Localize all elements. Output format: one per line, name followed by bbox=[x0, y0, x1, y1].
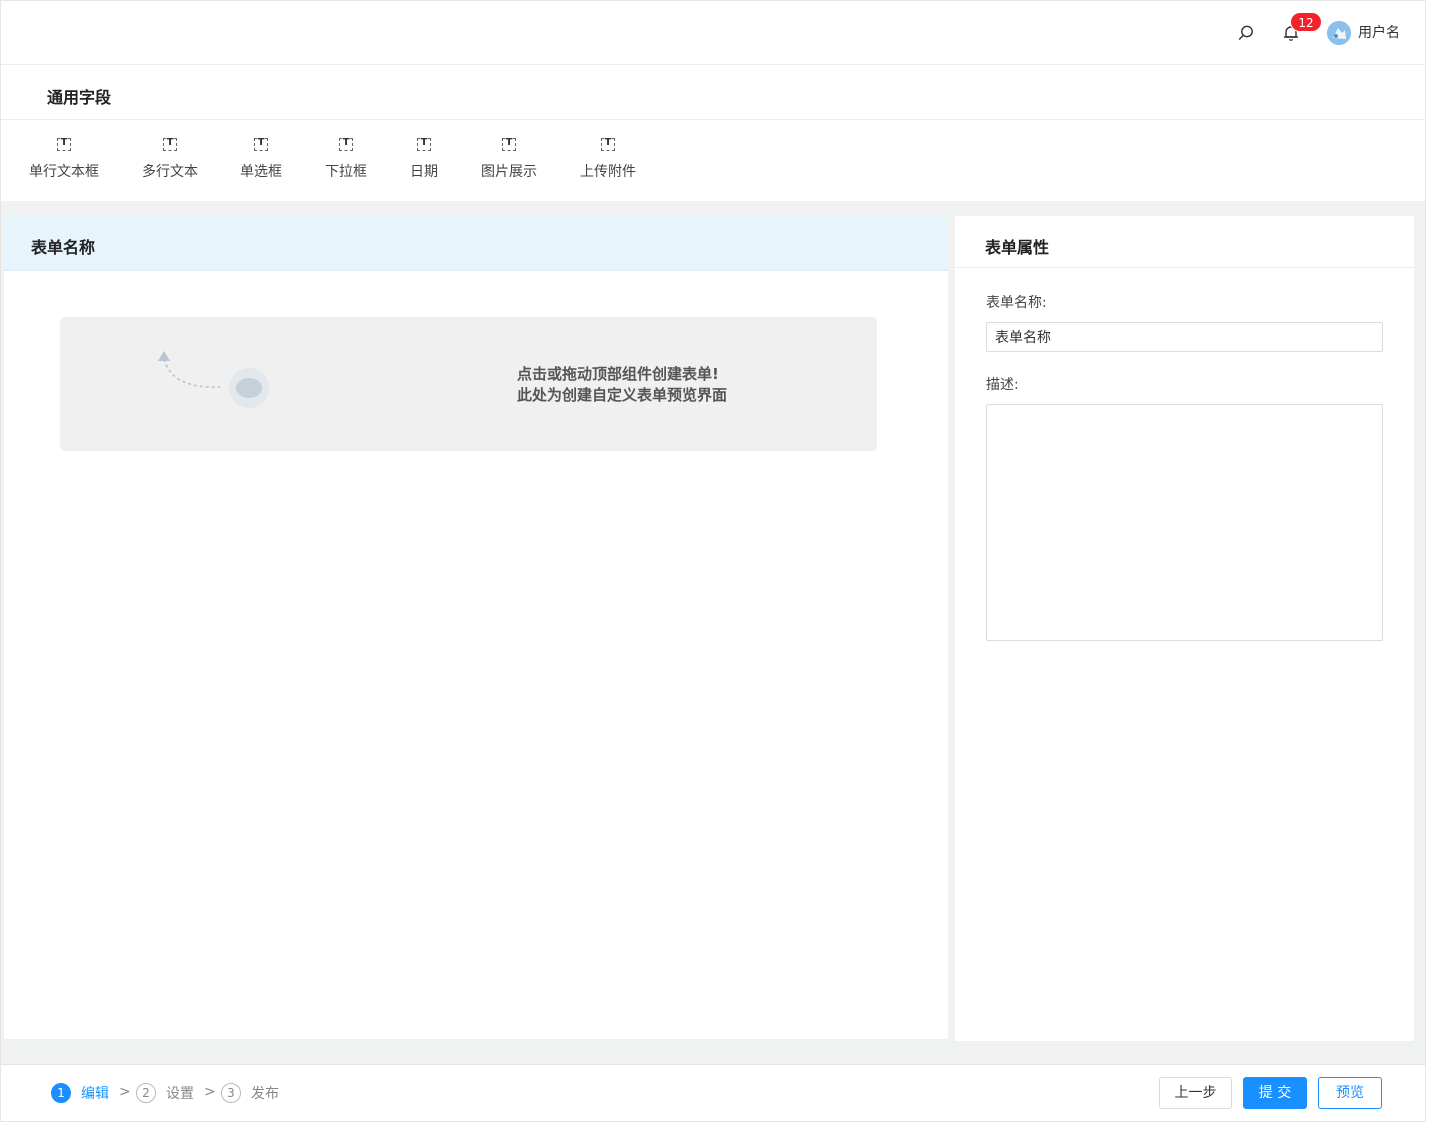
text-field-icon bbox=[254, 137, 268, 151]
step-edit[interactable]: 1 编辑 bbox=[51, 1082, 109, 1104]
submit-button[interactable]: 提 交 bbox=[1243, 1077, 1307, 1109]
field-radio[interactable]: 单选框 bbox=[239, 136, 283, 181]
form-title: 表单名称 bbox=[31, 238, 96, 257]
field-label: 上传附件 bbox=[580, 164, 636, 180]
step-separator-icon: > bbox=[119, 1084, 131, 1100]
preview-button[interactable]: 预览 bbox=[1318, 1077, 1382, 1109]
step-label: 编辑 bbox=[81, 1086, 109, 1102]
field-dropdown[interactable]: 下拉框 bbox=[324, 136, 368, 181]
step-label: 设置 bbox=[166, 1086, 194, 1102]
step-settings[interactable]: 2 设置 bbox=[136, 1082, 194, 1104]
description-textarea[interactable] bbox=[986, 404, 1383, 641]
field-label: 下拉框 bbox=[325, 164, 367, 180]
username[interactable]: 用户名 bbox=[1358, 24, 1400, 42]
form-canvas[interactable]: 表单名称 点击或拖动顶部组件创建表单! 此处为创建自定义表单预览界面 bbox=[4, 216, 948, 1039]
field-label: 图片展示 bbox=[481, 164, 537, 180]
avatar-image bbox=[1327, 21, 1351, 45]
text-field-icon bbox=[502, 137, 516, 151]
field-label: 单行文本框 bbox=[29, 164, 99, 180]
properties-header: 表单属性 bbox=[955, 216, 1414, 268]
step-label: 发布 bbox=[251, 1086, 279, 1102]
footer-bar: 1 编辑 > 2 设置 > 3 发布 上一步 提 交 预览 bbox=[1, 1064, 1425, 1121]
step-number: 2 bbox=[136, 1083, 156, 1103]
form-name-label: 表单名称: bbox=[986, 295, 1047, 311]
drag-hint-illustration bbox=[158, 351, 269, 408]
step-separator-icon: > bbox=[204, 1084, 216, 1100]
field-date[interactable]: 日期 bbox=[409, 136, 439, 181]
empty-hint-line2: 此处为创建自定义表单预览界面 bbox=[517, 386, 728, 404]
empty-drop-zone[interactable]: 点击或拖动顶部组件创建表单! 此处为创建自定义表单预览界面 bbox=[60, 317, 877, 451]
field-label: 单选框 bbox=[240, 164, 282, 180]
properties-title: 表单属性 bbox=[985, 238, 1050, 257]
text-field-icon bbox=[417, 137, 431, 151]
canvas-header: 表单名称 bbox=[4, 216, 948, 271]
field-image-display[interactable]: 图片展示 bbox=[480, 136, 538, 181]
description-label: 描述: bbox=[986, 377, 1019, 393]
empty-hint-line1: 点击或拖动顶部组件创建表单! bbox=[517, 365, 719, 383]
notification-badge: 12 bbox=[1290, 12, 1322, 32]
field-label: 日期 bbox=[410, 164, 438, 180]
field-label: 多行文本 bbox=[142, 164, 198, 180]
field-multi-line-text[interactable]: 多行文本 bbox=[141, 136, 199, 181]
top-header: 12 用户名 bbox=[1, 1, 1425, 65]
field-upload-attachment[interactable]: 上传附件 bbox=[579, 136, 637, 181]
previous-step-button[interactable]: 上一步 bbox=[1159, 1077, 1232, 1109]
step-number: 1 bbox=[51, 1083, 71, 1103]
text-field-icon bbox=[163, 137, 177, 151]
empty-hint-text: 点击或拖动顶部组件创建表单! 此处为创建自定义表单预览界面 bbox=[517, 364, 727, 406]
search-icon[interactable] bbox=[1236, 23, 1256, 43]
fields-section-title: 通用字段 bbox=[47, 88, 112, 107]
form-name-input[interactable] bbox=[986, 322, 1383, 352]
avatar[interactable] bbox=[1327, 21, 1351, 45]
field-single-line-text[interactable]: 单行文本框 bbox=[28, 136, 100, 181]
text-field-icon bbox=[601, 137, 615, 151]
fields-section-header: 通用字段 bbox=[1, 66, 1425, 120]
field-palette: 单行文本框 多行文本 单选框 下拉框 日期 图片展示 上传附件 bbox=[1, 121, 1425, 201]
text-field-icon bbox=[339, 137, 353, 151]
form-properties-panel: 表单属性 表单名称: 描述: bbox=[955, 216, 1414, 1041]
text-field-icon bbox=[57, 137, 71, 151]
step-number: 3 bbox=[221, 1083, 241, 1103]
step-publish[interactable]: 3 发布 bbox=[221, 1082, 279, 1104]
